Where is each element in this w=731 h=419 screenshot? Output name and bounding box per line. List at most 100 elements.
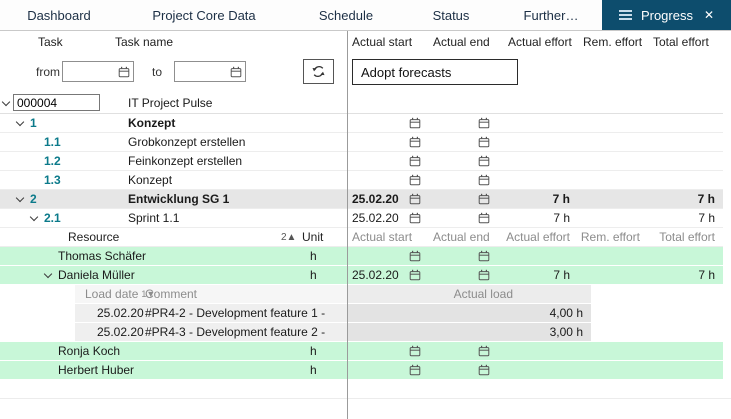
tab-label: Progress <box>641 8 693 23</box>
task-row[interactable]: 1.3 Konzept <box>0 171 723 190</box>
col-actual-load[interactable]: Actual load <box>347 285 591 303</box>
tab-schedule[interactable]: Schedule <box>290 0 402 30</box>
to-date-field[interactable] <box>174 61 246 82</box>
task-row[interactable]: 2.1 Sprint 1.1 25.02.20 7 h 7 h <box>0 209 723 228</box>
calendar-icon[interactable] <box>409 174 421 186</box>
unit-value: h <box>310 247 317 265</box>
calendar-icon[interactable] <box>478 117 490 129</box>
calendar-icon[interactable] <box>478 155 490 167</box>
from-date-input[interactable] <box>66 64 118 80</box>
calendar-icon[interactable] <box>409 193 421 205</box>
col-actual-end: Actual end <box>433 35 490 49</box>
task-row[interactable]: 1.2 Feinkonzept erstellen <box>0 152 723 171</box>
calendar-icon[interactable] <box>409 136 421 148</box>
sort-indicator[interactable]: 2▲ <box>281 228 296 246</box>
col-load-date[interactable]: Load date <box>85 287 138 301</box>
task-number: 1.1 <box>44 133 61 151</box>
actual-start-value: 25.02.20 <box>352 211 409 225</box>
project-id-input[interactable] <box>13 94 100 111</box>
tab-project-core-data[interactable]: Project Core Data <box>118 0 290 30</box>
project-row[interactable]: IT Project Pulse <box>0 92 723 114</box>
col-unit[interactable]: Unit <box>302 228 323 246</box>
unit-value: h <box>310 266 317 284</box>
task-name: Grobkonzept erstellen <box>128 133 245 151</box>
refresh-button[interactable] <box>303 59 334 84</box>
resource-row[interactable]: Daniela Müller h 25.02.20 7 h 7 h <box>0 266 723 285</box>
to-date-input[interactable] <box>178 64 230 80</box>
filter-row: from to Adopt forecasts <box>0 53 731 92</box>
tab-status[interactable]: Status <box>402 0 500 30</box>
resource-row[interactable]: Ronja Koch h <box>0 342 723 361</box>
col-actual-start: Actual start <box>352 230 412 244</box>
load-comment: #PR4-2 - Development feature 1 - <box>145 306 347 320</box>
task-name: Konzept <box>128 114 175 132</box>
calendar-icon[interactable] <box>478 136 490 148</box>
menu-icon[interactable] <box>619 10 632 20</box>
from-date-field[interactable] <box>62 61 134 82</box>
col-total-effort: Total effort <box>659 230 715 244</box>
project-name: IT Project Pulse <box>128 92 212 113</box>
collapse-caret[interactable] <box>17 114 23 132</box>
calendar-icon[interactable] <box>409 345 421 357</box>
tab-label: Status <box>433 8 470 23</box>
unit-value: h <box>310 361 317 379</box>
calendar-icon[interactable] <box>409 155 421 167</box>
tab-dashboard[interactable]: Dashboard <box>0 0 118 30</box>
tab-label: Project Core Data <box>152 8 255 23</box>
resource-row[interactable]: Thomas Schäfer h <box>0 247 723 266</box>
tab-label: Schedule <box>319 8 373 23</box>
task-number: 1 <box>30 114 37 132</box>
col-resource[interactable]: Resource <box>68 228 119 246</box>
load-date-value: 25.02.20 <box>97 306 144 320</box>
calendar-icon[interactable] <box>409 117 421 129</box>
task-row[interactable]: 1 Konzept <box>0 114 723 133</box>
tab-bar: Dashboard Project Core Data Schedule Sta… <box>0 0 731 31</box>
pane-divider <box>347 31 348 419</box>
calendar-icon[interactable] <box>478 174 490 186</box>
calendar-icon[interactable] <box>409 250 421 262</box>
task-number: 1.2 <box>44 152 61 170</box>
tab-further[interactable]: Further… <box>500 0 602 30</box>
actual-effort-value: 7 h <box>553 268 570 282</box>
actual-load-value: 4,00 h <box>347 304 591 322</box>
load-row[interactable]: 25.02.20 #PR4-2 - Development feature 1 … <box>75 304 591 323</box>
calendar-icon[interactable] <box>478 345 490 357</box>
load-comment: #PR4-3 - Development feature 2 - <box>145 325 347 339</box>
task-row[interactable]: 1.1 Grobkonzept erstellen <box>0 133 723 152</box>
task-row-selected[interactable]: 2 Entwicklung SG 1 25.02.20 7 h 7 h <box>0 190 723 209</box>
resource-name: Ronja Koch <box>58 342 120 360</box>
calendar-icon[interactable] <box>478 269 490 281</box>
calendar-icon[interactable] <box>409 364 421 376</box>
actual-effort-value: 7 h <box>553 211 570 225</box>
calendar-icon[interactable] <box>478 364 490 376</box>
calendar-icon[interactable] <box>478 250 490 262</box>
adopt-forecasts-button[interactable]: Adopt forecasts <box>352 59 518 85</box>
to-label: to <box>152 65 162 79</box>
col-rem-effort: Rem. effort <box>583 35 642 49</box>
task-name: Konzept <box>128 171 172 189</box>
col-total-effort: Total effort <box>653 35 709 49</box>
task-number: 2 <box>30 190 37 208</box>
close-icon[interactable]: ✕ <box>704 8 714 22</box>
from-label: from <box>36 65 60 79</box>
actual-start-value: 25.02.20 <box>352 192 409 206</box>
empty-row <box>0 380 731 399</box>
col-comment[interactable]: Comment <box>145 287 347 301</box>
calendar-icon[interactable] <box>118 66 130 78</box>
calendar-icon[interactable] <box>409 269 421 281</box>
col-task: Task <box>38 31 63 53</box>
calendar-icon[interactable] <box>478 193 490 205</box>
calendar-icon[interactable] <box>409 212 421 224</box>
calendar-icon[interactable] <box>478 212 490 224</box>
col-actual-effort: Actual effort <box>508 35 572 49</box>
tab-progress-active[interactable]: Progress ✕ <box>602 0 731 30</box>
expand-caret[interactable] <box>3 92 9 113</box>
calendar-icon[interactable] <box>230 66 242 78</box>
resource-name: Daniela Müller <box>58 266 135 284</box>
collapse-caret[interactable] <box>17 190 23 208</box>
actual-start-value: 25.02.20 <box>352 268 409 282</box>
collapse-caret[interactable] <box>31 209 37 227</box>
resource-row[interactable]: Herbert Huber h <box>0 361 723 380</box>
load-row[interactable]: 25.02.20 #PR4-3 - Development feature 2 … <box>75 323 591 342</box>
collapse-caret[interactable] <box>45 266 51 284</box>
